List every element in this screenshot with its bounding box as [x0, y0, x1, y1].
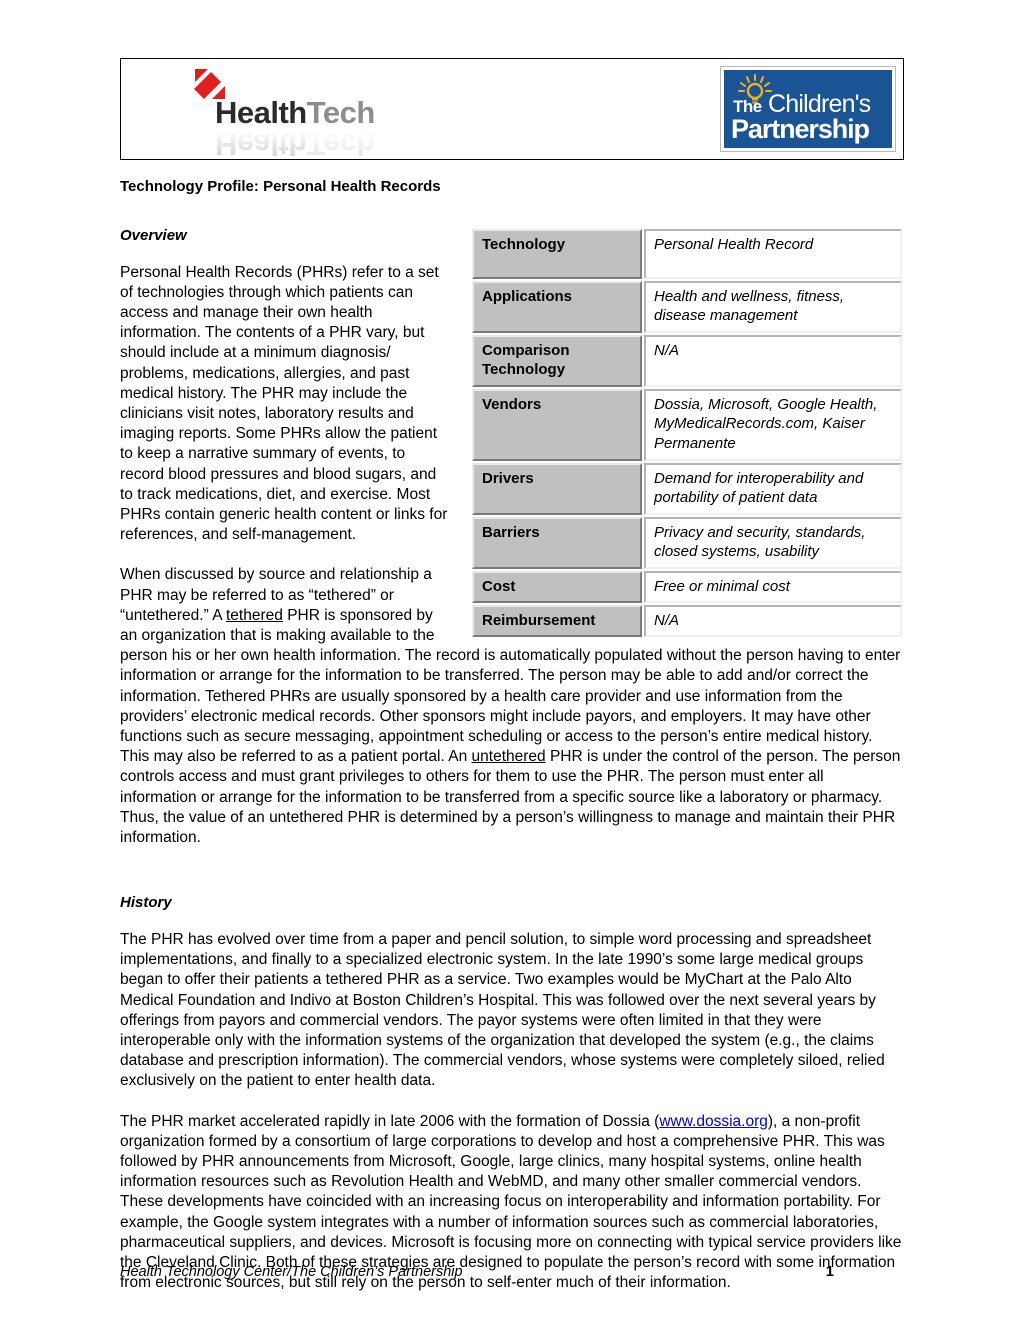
spec-table-container: Technology Personal Health Record Applic… [470, 227, 904, 639]
spec-label-technology: Technology [472, 228, 642, 279]
spec-label-reimbursement: Reimbursement [472, 604, 642, 637]
table-row: Cost Free or minimal cost [472, 570, 902, 603]
spec-value-cost: Free or minimal cost [644, 570, 902, 603]
history-p2-segment-1: The PHR market accelerated rapidly in la… [120, 1112, 660, 1130]
logo-text-partnership: Partnership [731, 114, 870, 144]
spec-value-barriers: Privacy and security, standards, closed … [644, 516, 902, 569]
table-row: Barriers Privacy and security, standards… [472, 516, 902, 569]
dossia-link[interactable]: www.dossia.org [659, 1113, 768, 1130]
header-logo-band: HealthTech HealthTech The Children's Par… [120, 58, 904, 162]
table-row: Reimbursement N/A [472, 604, 902, 637]
technology-spec-table: Technology Personal Health Record Applic… [470, 227, 904, 639]
spec-label-cost: Cost [472, 570, 642, 603]
healthtech-word-primary: Health [215, 95, 307, 130]
spec-label-vendors: Vendors [472, 388, 642, 461]
table-row: Comparison Technology N/A [472, 334, 902, 387]
healthtech-word-secondary: Tech [306, 95, 376, 130]
logo-text-the: The [733, 97, 762, 116]
spec-label-comparison-technology: Comparison Technology [472, 334, 642, 387]
childrens-partnership-logo-field: The Children's Partnership [724, 70, 892, 148]
table-row: Vendors Dossia, Microsoft, Google Health… [472, 388, 902, 461]
page-footer: Health Technology Center/The Children’s … [120, 1262, 904, 1284]
footer-organization: Health Technology Center/The Children’s … [120, 1264, 463, 1280]
spec-label-drivers: Drivers [472, 462, 642, 515]
table-row: Technology Personal Health Record [472, 228, 902, 279]
spec-value-technology: Personal Health Record [644, 228, 902, 279]
healthtech-logo: HealthTech HealthTech [163, 67, 413, 162]
document-body: Technology Profile: Personal Health Reco… [120, 178, 904, 1293]
term-untethered: untethered [471, 748, 546, 766]
spec-value-comparison-technology: N/A [644, 334, 902, 387]
spec-value-vendors: Dossia, Microsoft, Google Health, MyMedi… [644, 388, 902, 461]
healthtech-wordmark: HealthTech [215, 97, 375, 128]
spec-label-barriers: Barriers [472, 516, 642, 569]
spec-label-applications: Applications [472, 280, 642, 333]
term-tethered: tethered [226, 606, 283, 624]
spec-value-applications: Health and wellness, fitness, disease ma… [644, 280, 902, 333]
childrens-partnership-logo: The Children's Partnership [720, 66, 896, 152]
section-heading-history: History [120, 894, 172, 912]
page-title: Technology Profile: Personal Health Reco… [120, 178, 441, 195]
spec-value-drivers: Demand for interoperability and portabil… [644, 462, 902, 515]
table-row: Applications Health and wellness, fitnes… [472, 280, 902, 333]
healthtech-wordmark-reflection: HealthTech [215, 127, 375, 162]
spec-value-reimbursement: N/A [644, 604, 902, 637]
table-row: Drivers Demand for interoperability and … [472, 462, 902, 515]
history-paragraph-1: The PHR has evolved over time from a pap… [120, 930, 885, 1090]
footer-page-number: 1 [825, 1263, 834, 1280]
document-page: HealthTech HealthTech The Children's Par… [0, 0, 1020, 1320]
